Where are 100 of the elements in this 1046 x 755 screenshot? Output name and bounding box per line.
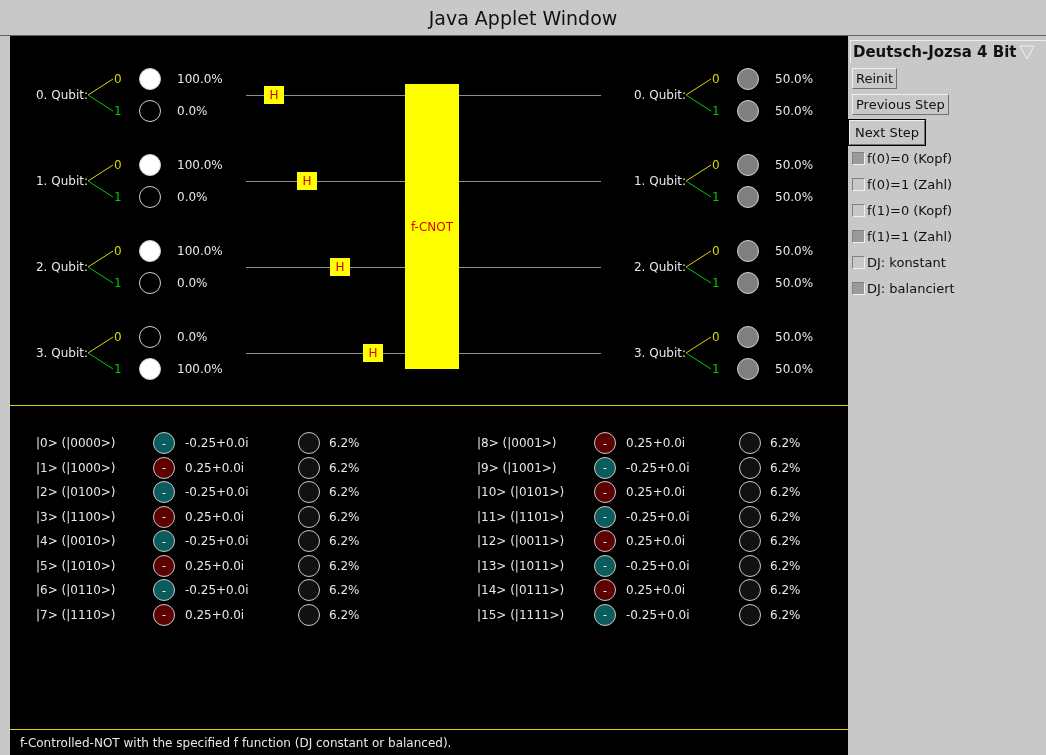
step-button[interactable]: Next Step [849, 120, 926, 145]
amplitude-value: -0.25+0.0i [185, 534, 250, 549]
qubit-label: 0. Qubit: [35, 88, 88, 102]
bit-label: 1 [114, 190, 123, 204]
probability-value: 6.2% [770, 485, 801, 500]
probability-value: 6.2% [770, 607, 801, 622]
basis-state: |9> (|1001>) [477, 460, 558, 475]
phase-dot: - [594, 579, 616, 602]
amplitude-value: -0.25+0.0i [185, 583, 250, 598]
bit-label: 0 [712, 330, 721, 344]
branch-icon [88, 77, 114, 113]
phase-dot: - [594, 432, 616, 455]
step-button[interactable]: Previous Step [852, 94, 949, 115]
bit-label: 1 [114, 362, 123, 376]
probability-dot [739, 481, 761, 504]
basis-state: |14> (|0111>) [477, 583, 566, 598]
probability-value: 6.2% [329, 607, 360, 622]
amplitude-value: 0.25+0.0i [626, 534, 687, 549]
checkbox-label: DJ: balanciert [867, 280, 955, 296]
phase-dot: - [594, 456, 616, 479]
phase-dot: - [153, 554, 175, 577]
bit-label: 0 [712, 158, 721, 172]
probability-value: 100.0% [177, 244, 223, 258]
branch-icon [88, 163, 114, 199]
basis-state: |7> (|1110>) [36, 607, 117, 622]
probability-value: 6.2% [770, 460, 801, 475]
phase-dot: - [594, 554, 616, 577]
qubit-label: 1. Qubit: [633, 174, 686, 188]
amplitude-value: 0.25+0.0i [626, 583, 687, 598]
checkbox[interactable] [852, 203, 865, 217]
phase-dot: - [153, 432, 175, 455]
step-button[interactable]: Reinit [852, 68, 897, 89]
checkbox[interactable] [852, 229, 865, 243]
bit-label: 1 [712, 190, 721, 204]
probability-value: 100.0% [177, 72, 223, 86]
qubit-label: 0. Qubit: [633, 88, 686, 102]
basis-state: |5> (|1010>) [36, 558, 117, 573]
checkbox[interactable] [852, 177, 865, 191]
probability-dot [739, 505, 761, 528]
branch-icon [686, 163, 712, 199]
probability-dot [739, 530, 761, 553]
bit-label: 1 [114, 104, 123, 118]
probability-value: 6.2% [770, 509, 801, 524]
checkbox[interactable] [852, 255, 865, 269]
phase-dot: - [594, 481, 616, 504]
amplitude-value: -0.25+0.0i [626, 509, 691, 524]
probability-value: 50.0% [775, 244, 814, 258]
probability-dot [739, 554, 761, 577]
probability-value: 0.0% [177, 104, 208, 118]
amplitude-value: -0.25+0.0i [626, 607, 691, 622]
probability-value: 6.2% [329, 509, 360, 524]
probability-dot [298, 554, 320, 577]
probability-dot [739, 456, 761, 479]
probability-value: 6.2% [329, 534, 360, 549]
dropdown-arrow-icon [1018, 43, 1035, 61]
basis-state: |6> (|0110>) [36, 583, 117, 598]
probability-value: 50.0% [775, 362, 814, 376]
basis-state: |4> (|0010>) [36, 534, 117, 549]
probability-dot [739, 579, 761, 602]
probability-value: 0.0% [177, 330, 208, 344]
amplitude-value: -0.25+0.0i [626, 460, 691, 475]
probability-value: 6.2% [770, 534, 801, 549]
basis-state: |15> (|1111>) [477, 607, 566, 622]
basis-state: |2> (|0100>) [36, 485, 117, 500]
phase-dot: - [153, 579, 175, 602]
probability-dot [739, 432, 761, 455]
phase-dot: - [594, 603, 616, 626]
branch-icon [686, 77, 712, 113]
bit-label: 1 [712, 104, 721, 118]
amplitude-value: -0.25+0.0i [185, 485, 250, 500]
hadamard-gate: H [297, 172, 317, 190]
basis-state: |11> (|1101>) [477, 509, 566, 524]
probability-value: 6.2% [329, 558, 360, 573]
branch-icon [88, 335, 114, 371]
probability-value: 50.0% [775, 276, 814, 290]
probability-value: 6.2% [329, 485, 360, 500]
branch-icon [686, 335, 712, 371]
checkbox[interactable] [852, 151, 865, 165]
phase-dot: - [153, 456, 175, 479]
probability-value: 50.0% [775, 190, 814, 204]
amplitude-value: 0.25+0.0i [626, 485, 687, 500]
phase-dot: - [153, 481, 175, 504]
probability-value: 0.0% [177, 190, 208, 204]
checkbox[interactable] [852, 281, 865, 295]
checkbox-label: DJ: konstant [867, 254, 946, 270]
probability-value: 0.0% [177, 276, 208, 290]
probability-dot [298, 505, 320, 528]
phase-dot: - [153, 505, 175, 528]
probability-value: 50.0% [775, 330, 814, 344]
qubit-label: 2. Qubit: [35, 260, 88, 274]
checkbox-label: f(1)=1 (Zahl) [867, 228, 953, 244]
probability-value: 50.0% [775, 158, 814, 172]
basis-state: |10> (|0101>) [477, 485, 566, 500]
hadamard-gate: H [330, 258, 350, 276]
phase-dot: - [594, 505, 616, 528]
probability-value: 50.0% [775, 104, 814, 118]
phase-dot: - [153, 530, 175, 553]
algorithm-dropdown[interactable]: Deutsch-Jozsa 4 Bit [850, 40, 1046, 63]
bit-label: 1 [712, 276, 721, 290]
oracle-gate: f-CNOT [405, 84, 459, 369]
